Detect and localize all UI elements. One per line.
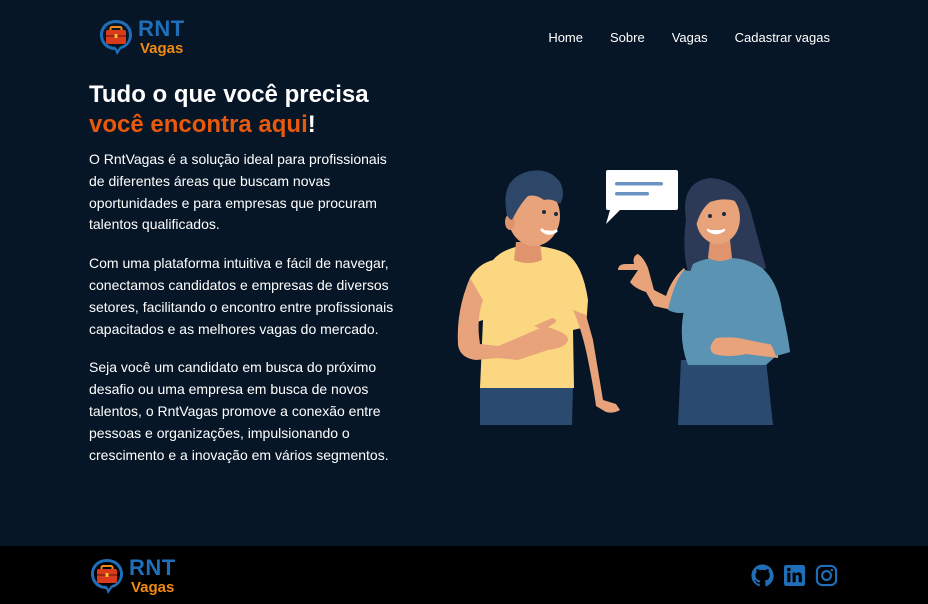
hero-paragraph-3: Seja você um candidato em busca do próxi… <box>89 359 389 463</box>
speech-bubble-icon <box>606 170 678 224</box>
woman-figure <box>618 178 790 425</box>
hero-paragraph-1: O RntVagas é a solução ideal para profis… <box>89 151 387 233</box>
nav-sobre-link[interactable]: Sobre <box>610 30 645 45</box>
footer-logo-text-vagas: Vagas <box>131 579 175 596</box>
logo-text-vagas: Vagas <box>140 40 184 57</box>
conversation-illustration <box>457 170 790 425</box>
hero-title-line1: Tudo o que você precisa <box>89 81 369 108</box>
hero-title-exclamation: ! <box>307 111 316 138</box>
hero-title: Tudo o que você precisa você encontra aq… <box>89 80 369 140</box>
footer-logo[interactable]: RNT Vagas <box>89 557 176 595</box>
hero-paragraph-2: Com uma plataforma intuitiva e fácil de … <box>89 255 394 337</box>
site-logo[interactable]: RNT Vagas <box>98 18 185 56</box>
briefcase-chat-icon <box>100 20 132 55</box>
main-nav: Home Sobre Vagas Cadastrar vagas <box>521 30 830 45</box>
instagram-icon[interactable] <box>815 564 838 587</box>
social-links <box>751 564 838 587</box>
linkedin-icon[interactable] <box>783 564 806 587</box>
github-icon[interactable] <box>751 564 774 587</box>
footer-logo-text-rnt: RNT <box>129 555 176 580</box>
hero-title-accent: você encontra aqui <box>89 111 308 138</box>
man-figure <box>457 170 620 425</box>
nav-vagas-link[interactable]: Vagas <box>672 30 708 45</box>
logo-text-rnt: RNT <box>138 16 185 41</box>
nav-home-link[interactable]: Home <box>548 30 583 45</box>
nav-cadastrar-vagas-link[interactable]: Cadastrar vagas <box>735 30 830 45</box>
site-footer: RNT Vagas <box>0 546 928 604</box>
hero-description: O RntVagas é a solução ideal para profis… <box>89 149 394 483</box>
briefcase-chat-icon <box>91 559 123 594</box>
site-header: RNT Vagas Home Sobre Vagas Cadastrar vag… <box>0 0 928 76</box>
